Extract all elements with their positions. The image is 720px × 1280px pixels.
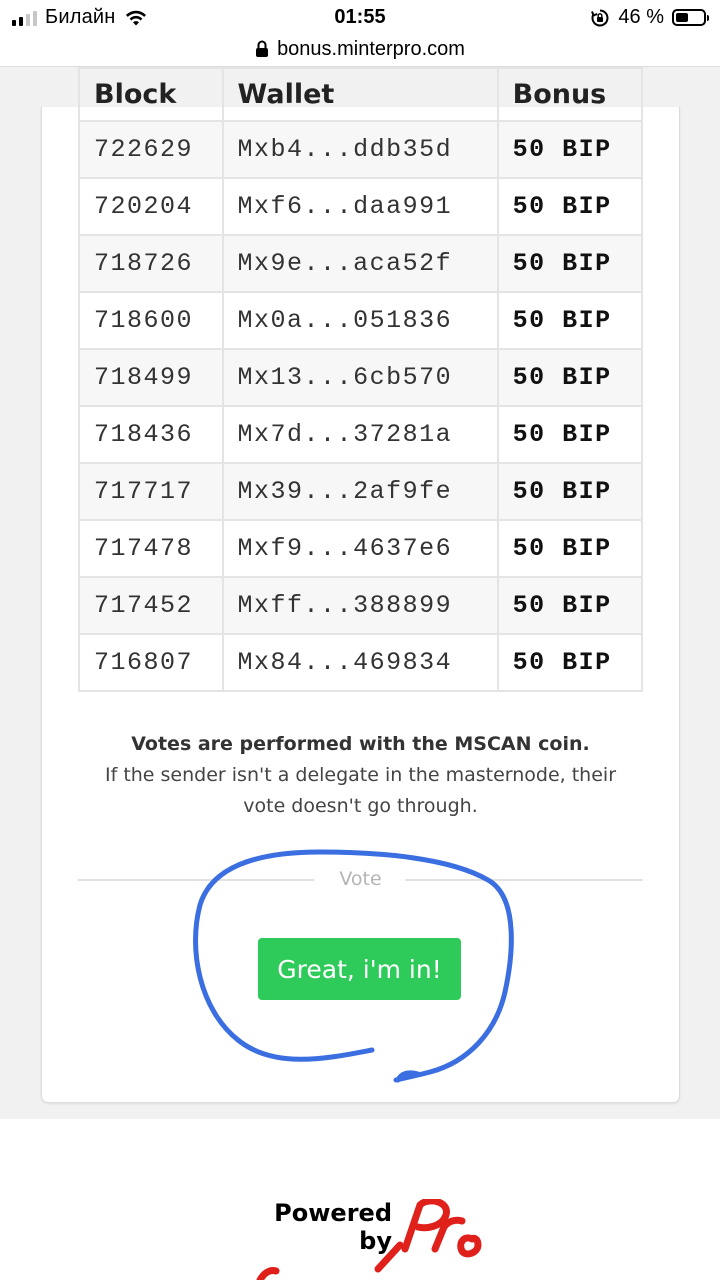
bonus-cell: 50 BIP [496,519,644,578]
bonus-cell: 50 BIP [496,348,644,407]
orientation-lock-icon [591,9,609,26]
table-row: 718726 Mx9e...aca52f 50 BIP [78,234,644,293]
block-cell: 717452 [78,576,224,635]
table-row: 717452 Mxff...388899 50 BIP [78,576,644,635]
block-cell: 720204 [78,177,224,236]
block-cell: 718600 [78,291,224,350]
bonus-cell: 50 BIP [496,234,644,293]
table-row: 718499 Mx13...6cb570 50 BIP [78,348,644,407]
table-row: 720204 Mxf6...daa991 50 BIP [78,177,644,236]
bonus-cell: 50 BIP [496,291,644,350]
bonus-table: Block Wallet Bonus 722629 Mxb4...ddb35d … [78,67,644,692]
voting-note-heading: Votes are performed with the MSCAN coin. [131,733,590,755]
voting-note-body: If the sender isn't a delegate in the ma… [78,760,643,822]
wallet-cell: Mx84...469834 [221,633,499,692]
bonus-cell: 50 BIP [496,462,644,521]
battery-percentage: 46 % [618,6,664,28]
bonus-cell: 50 BIP [496,177,644,236]
bonus-cell: 50 BIP [496,405,644,464]
column-header-bonus: Bonus [496,67,644,122]
footer: Powered by [0,1119,720,1280]
url-text: bonus.minterpro.com [277,37,465,60]
table-row: 718600 Mx0a...051836 50 BIP [78,291,644,350]
column-header-block: Block [78,67,224,122]
table-row: 718436 Mx7d...37281a 50 BIP [78,405,644,464]
minterpro-logo [256,1199,482,1280]
vote-divider: Vote [78,864,643,894]
bonus-cell: 50 BIP [496,120,644,179]
address-bar[interactable]: bonus.minterpro.com [0,32,720,67]
wallet-cell: Mx0a...051836 [221,291,499,350]
battery-icon [672,9,709,26]
table-row: 716807 Mx84...469834 50 BIP [78,633,644,692]
wallet-cell: Mx7d...37281a [221,405,499,464]
wallet-cell: Mx9e...aca52f [221,234,499,293]
wallet-cell: Mx13...6cb570 [221,348,499,407]
lock-icon [256,40,269,57]
bonus-cell: 50 BIP [496,576,644,635]
voting-note-line-2: vote doesn't go through. [243,795,478,817]
block-cell: 717478 [78,519,224,578]
wallet-cell: Mxb4...ddb35d [221,120,499,179]
voting-note-line-1: If the sender isn't a delegate in the ma… [104,764,616,786]
table-row: 717717 Mx39...2af9fe 50 BIP [78,462,644,521]
battery-level-fill [676,13,688,22]
bonus-cell: 50 BIP [496,633,644,692]
column-header-wallet: Wallet [221,67,499,122]
block-cell: 718499 [78,348,224,407]
block-cell: 718436 [78,405,224,464]
table-header-row: Block Wallet Bonus [78,67,644,122]
status-bar: Билайн 01:55 46 % [0,0,720,36]
vote-confirm-button[interactable]: Great, i'm in! [258,938,461,1000]
wallet-cell: Mxf9...4637e6 [221,519,499,578]
block-cell: 718726 [78,234,224,293]
wallet-cell: Mxff...388899 [221,576,499,635]
wallet-cell: Mx39...2af9fe [221,462,499,521]
table-row: 722629 Mxb4...ddb35d 50 BIP [78,120,644,179]
table-row: 717478 Mxf9...4637e6 50 BIP [78,519,644,578]
block-cell: 716807 [78,633,224,692]
block-cell: 722629 [78,120,224,179]
divider-line-right [405,879,643,881]
wallet-cell: Mxf6...daa991 [221,177,499,236]
block-cell: 717717 [78,462,224,521]
